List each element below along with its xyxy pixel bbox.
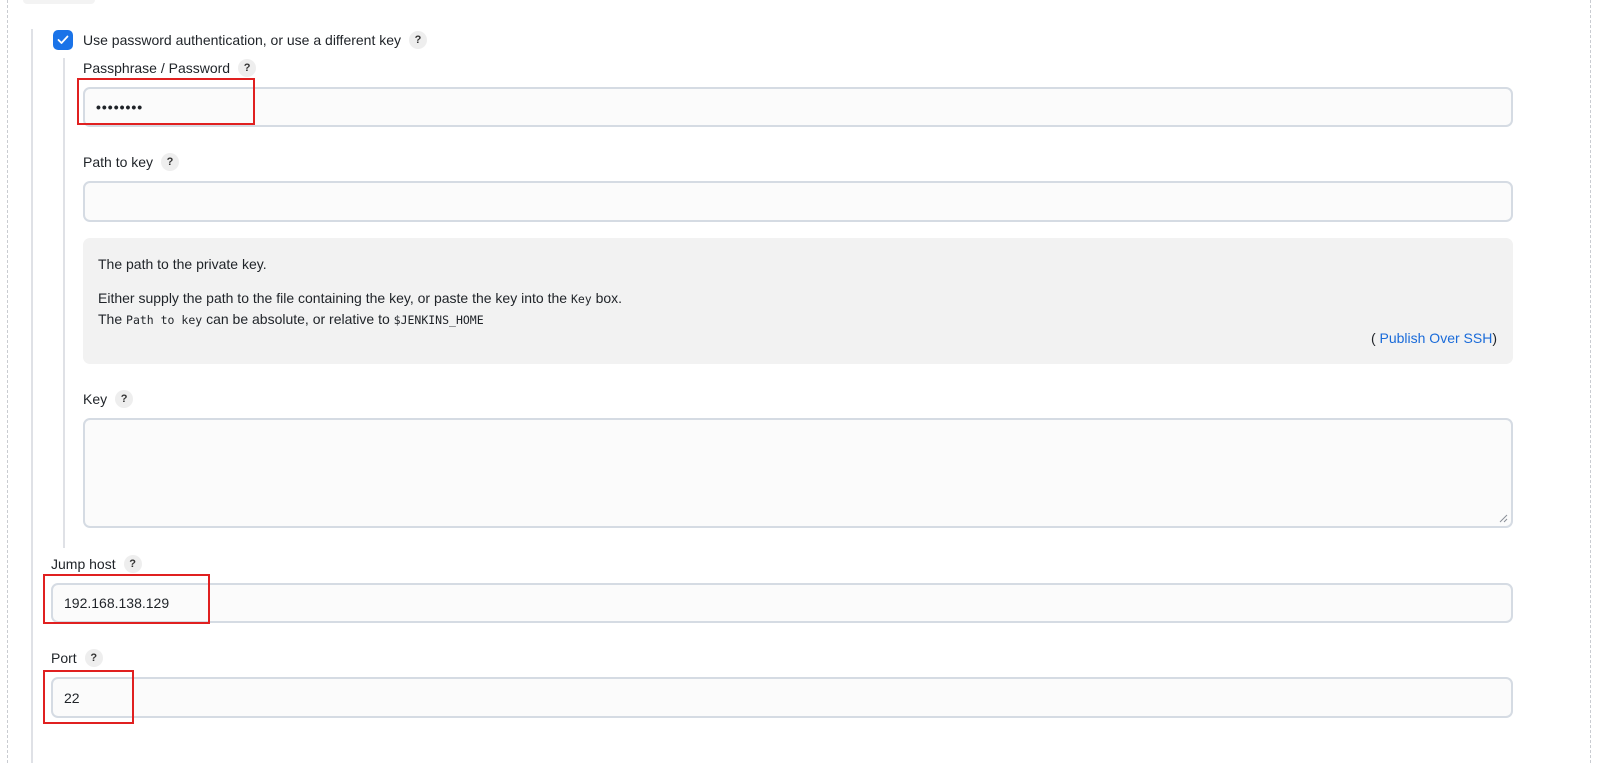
resize-handle-icon[interactable]: [1499, 514, 1508, 523]
help-line-2: Either supply the path to the file conta…: [98, 288, 1498, 309]
publish-over-ssh-link[interactable]: Publish Over SSH: [1376, 330, 1492, 346]
help-line-3-code-a: Path to key: [126, 313, 203, 327]
section-border-right: [1590, 0, 1591, 763]
passphrase-value: ••••••••: [96, 99, 144, 115]
jump-host-help-icon[interactable]: ?: [123, 555, 142, 573]
port-label-row: Port ?: [51, 648, 103, 668]
jump-host-label-row: Jump host ?: [51, 554, 142, 574]
passphrase-label: Passphrase / Password: [83, 60, 231, 76]
help-line-3-code-b: $JENKINS_HOME: [393, 313, 484, 327]
jump-host-label: Jump host: [51, 556, 116, 572]
key-help-icon[interactable]: ?: [115, 390, 134, 408]
use-password-auth-help-icon[interactable]: ?: [409, 31, 428, 49]
key-label-row: Key ?: [83, 389, 134, 409]
checkmark-icon: [57, 35, 69, 44]
help-line-3-text-a: The: [98, 311, 127, 327]
section-border-left: [7, 0, 8, 763]
help-line-2-code: Key: [570, 292, 592, 306]
help-line-3: The Path to key can be absolute, or rela…: [98, 309, 1498, 330]
jump-host-input[interactable]: 192.168.138.129: [51, 583, 1513, 623]
top-button-stub: [23, 0, 95, 4]
help-line-1: The path to the private key.: [98, 256, 267, 272]
key-label: Key: [83, 391, 108, 407]
passphrase-label-row: Passphrase / Password ?: [83, 58, 257, 78]
nest-line-inner: [63, 58, 65, 548]
nest-line-outer: [31, 29, 33, 763]
help-line-2-text-b: box.: [591, 290, 623, 306]
path-to-key-label-row: Path to key ?: [83, 152, 180, 172]
port-label: Port: [51, 650, 77, 666]
path-to-key-label: Path to key: [83, 154, 154, 170]
plugin-attribution: ( Publish Over SSH): [1371, 328, 1497, 348]
path-to-key-help-box: The path to the private key. Either supp…: [83, 238, 1513, 364]
ssh-server-config-panel: Use password authentication, or use a di…: [0, 0, 1610, 763]
plugin-close-paren: ): [1492, 330, 1497, 346]
use-password-auth-row: Use password authentication, or use a di…: [53, 29, 428, 51]
use-password-auth-checkbox[interactable]: [53, 30, 73, 50]
path-to-key-help-icon[interactable]: ?: [161, 153, 180, 171]
use-password-auth-label: Use password authentication, or use a di…: [83, 32, 402, 48]
jump-host-value: 192.168.138.129: [64, 595, 170, 611]
port-value: 22: [64, 689, 80, 706]
port-help-icon[interactable]: ?: [84, 649, 103, 667]
port-input[interactable]: 22: [51, 677, 1513, 718]
path-to-key-input[interactable]: [83, 181, 1513, 222]
passphrase-input[interactable]: ••••••••: [83, 87, 1513, 127]
key-textarea[interactable]: [83, 418, 1513, 528]
passphrase-help-icon[interactable]: ?: [238, 59, 257, 77]
help-line-2-text-a: Either supply the path to the file conta…: [98, 290, 571, 306]
help-line-3-text-b: can be absolute, or relative to: [202, 311, 394, 327]
